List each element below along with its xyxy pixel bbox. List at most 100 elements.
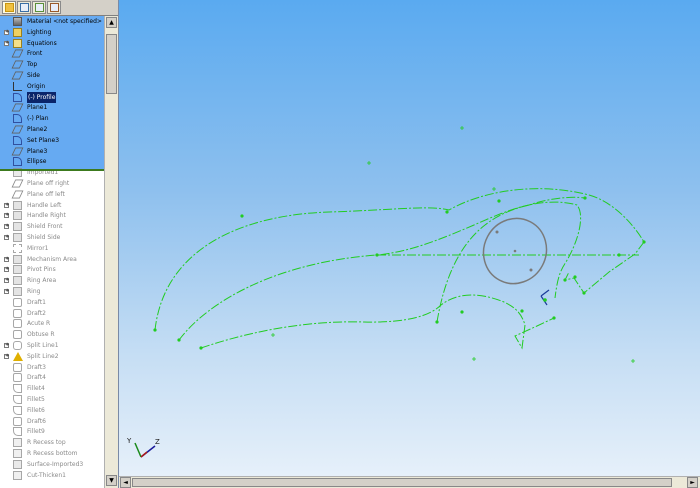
tree-item-top[interactable]: Top	[0, 59, 104, 70]
tree-item-draft2[interactable]: Draft2	[0, 308, 104, 319]
tree-item-label: Plane off left	[27, 190, 65, 198]
tree-item-label: Shield Side	[27, 234, 61, 241]
sketch-icon	[13, 114, 22, 124]
tree-item-draft3[interactable]: Draft3	[0, 362, 104, 373]
tree-item-ellipse[interactable]: Ellipse	[0, 156, 104, 167]
expand-icon[interactable]: +	[4, 289, 9, 294]
expand-icon[interactable]: +	[4, 235, 9, 240]
scroll-left-button[interactable]: ◄	[120, 477, 131, 488]
tree-item-lighting[interactable]: + Lighting	[0, 27, 104, 38]
profile-outer-curve[interactable]	[154, 188, 645, 331]
feature-icon	[13, 211, 22, 221]
expand-icon[interactable]: +	[4, 40, 9, 46]
expand-icon[interactable]: +	[4, 267, 9, 273]
scroll-up-button[interactable]: ▲	[106, 17, 117, 28]
tree-item-mechanism-area[interactable]: + Mechanism Area	[0, 254, 104, 265]
tree-item-handle-left[interactable]: + Handle Left	[0, 200, 104, 211]
sketch-origin-icon	[540, 289, 550, 306]
tree-item-front[interactable]: Front	[0, 48, 104, 59]
tree-item-side[interactable]: Side	[0, 70, 104, 81]
tree-item-material-not-specified[interactable]: Material <not specified>	[0, 16, 104, 27]
tree-item-profile[interactable]: (-) Profile	[0, 91, 104, 103]
tree-vertical-scrollbar[interactable]: ▲ ▼	[104, 16, 118, 488]
expand-icon[interactable]: +	[4, 202, 9, 208]
expand-icon[interactable]: +	[4, 213, 9, 219]
tree-item-origin[interactable]: Origin	[0, 81, 104, 92]
tree-item-label: Ring	[27, 288, 41, 295]
cut-icon	[13, 470, 22, 480]
cut-icon	[13, 449, 22, 458]
origin-icon	[13, 81, 22, 91]
configuration-manager-tab[interactable]	[32, 1, 46, 14]
tree-item-fillet6[interactable]: Fillet6	[0, 405, 104, 416]
plane-icon	[11, 179, 24, 188]
tree-item-fillet5[interactable]: Fillet5	[0, 394, 104, 405]
scroll-right-button[interactable]: ►	[687, 477, 698, 488]
plane-icon	[11, 49, 24, 58]
tree-item-plane1[interactable]: Plane1	[0, 102, 104, 113]
tree-item-draft4[interactable]: Draft4	[0, 372, 104, 383]
graphics-area[interactable]: Y Z	[119, 0, 700, 476]
expand-icon[interactable]: +	[4, 278, 9, 284]
tree-item-fillet9[interactable]: Fillet9	[0, 426, 104, 437]
expand-icon[interactable]: +	[4, 29, 9, 35]
tree-item-surface-imported3[interactable]: Surface-Imported3	[0, 459, 104, 470]
draft-icon	[13, 308, 22, 318]
tree-item-plane-off-right[interactable]: Plane off right	[0, 178, 104, 189]
tree-item-label: Fillet5	[27, 396, 45, 403]
scroll-thumb[interactable]	[132, 478, 672, 487]
tree-item-label: (-) Plan	[27, 115, 49, 123]
tree-item-shield-side[interactable]: + Shield Side	[0, 232, 104, 243]
tree-item-plan[interactable]: (-) Plan	[0, 113, 104, 124]
surface-icon	[13, 459, 22, 469]
tree-item-ring-area[interactable]: + Ring Area	[0, 275, 104, 286]
tree-item-r-recess-top[interactable]: R Recess top	[0, 437, 104, 448]
scroll-down-button[interactable]: ▼	[106, 475, 117, 486]
feature-manager-tab[interactable]	[2, 1, 16, 14]
tree-item-plane2[interactable]: Plane2	[0, 124, 104, 135]
fillet-icon	[13, 395, 22, 404]
tree-item-set-plane3[interactable]: Set Plane3	[0, 135, 104, 146]
tree-item-label: Draft1	[27, 298, 46, 306]
tree-item-draft6[interactable]: Draft6	[0, 416, 104, 427]
tree-item-pivot-pins[interactable]: + Pivot Pins	[0, 264, 104, 275]
tree-item-split-line1[interactable]: + Split Line1	[0, 340, 104, 351]
tree-item-label: Draft3	[27, 363, 46, 371]
plane-icon	[11, 147, 24, 156]
tree-item-r-recess-bottom[interactable]: R Recess bottom	[0, 448, 104, 459]
property-manager-tab[interactable]	[17, 1, 31, 14]
profile-lower-curve[interactable]	[200, 294, 526, 349]
tree-item-draft1[interactable]: Draft1	[0, 297, 104, 308]
sketch-icon	[13, 157, 22, 167]
tree-item-obtuse-r[interactable]: Obtuse R	[0, 329, 104, 340]
rollback-bar[interactable]	[0, 169, 104, 171]
expand-icon[interactable]: +	[4, 353, 9, 359]
graphics-horizontal-scrollbar[interactable]: ◄ ►	[119, 476, 700, 488]
scroll-thumb[interactable]	[106, 34, 117, 94]
tree-item-fillet4[interactable]: Fillet4	[0, 383, 104, 394]
expand-icon[interactable]: +	[4, 224, 9, 230]
tree-item-label: Draft4	[27, 374, 46, 382]
sketch-canvas[interactable]: Y Z	[119, 0, 700, 476]
tree-item-split-line2[interactable]: + Split Line2	[0, 351, 104, 362]
tree-item-equations[interactable]: + Equations	[0, 38, 104, 49]
property-manager-icon	[19, 3, 29, 12]
feature-icon	[13, 233, 22, 242]
tree-item-label: Origin	[27, 82, 46, 90]
display-manager-tab[interactable]	[47, 1, 61, 14]
expand-icon[interactable]: +	[4, 256, 9, 262]
tree-item-cut-thicken1[interactable]: Cut-Thicken1	[0, 470, 104, 481]
tree-item-acute-r[interactable]: Acute R	[0, 318, 104, 329]
tree-item-plane3[interactable]: Plane3	[0, 146, 104, 157]
right-jag-segments[interactable]	[564, 241, 645, 294]
lower-notch-segments[interactable]	[514, 317, 555, 350]
tree-item-ring[interactable]: + Ring	[0, 286, 104, 297]
tree-item-handle-right[interactable]: + Handle Right	[0, 210, 104, 221]
fillet-icon	[13, 427, 22, 437]
feature-icon	[13, 200, 22, 210]
tree-item-shield-front[interactable]: + Shield Front	[0, 221, 104, 232]
expand-icon[interactable]: +	[4, 343, 9, 348]
plane-icon	[11, 190, 24, 199]
tree-item-plane-off-left[interactable]: Plane off left	[0, 189, 104, 200]
tree-item-mirror1[interactable]: Mirror1	[0, 243, 104, 254]
